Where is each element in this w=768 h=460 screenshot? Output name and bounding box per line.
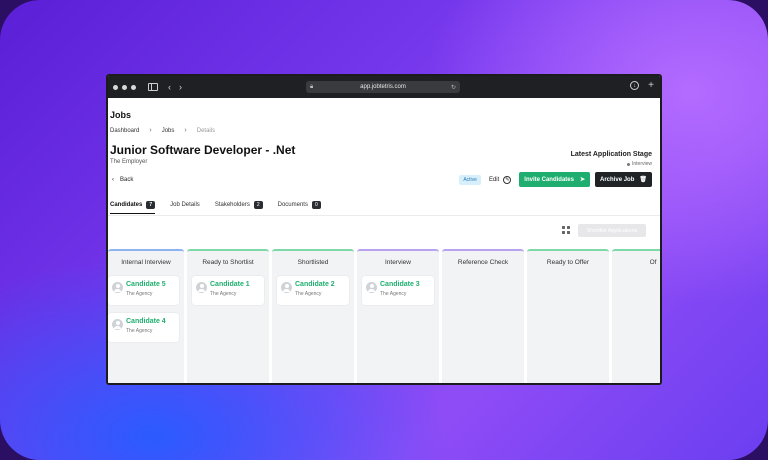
- send-icon: ➤: [579, 177, 586, 183]
- tab-candidates[interactable]: Candidates 7: [110, 198, 156, 214]
- chevron-right-icon: ›: [184, 127, 187, 134]
- kanban-column: Interview Candidate 3 The Agency: [357, 249, 439, 383]
- candidate-name[interactable]: Candidate 2: [295, 281, 335, 288]
- column-title: Ready to Offer: [546, 259, 590, 266]
- column-title: Interview: [384, 259, 411, 266]
- tab-count-badge: 2: [253, 201, 263, 209]
- kanban-column: Ready to Offer: [527, 249, 609, 383]
- candidate-card[interactable]: Candidate 4 The Agency: [108, 313, 179, 342]
- column-title: Internal Interview: [121, 259, 171, 266]
- avatar-icon: [112, 282, 123, 293]
- column-title: Of: [649, 259, 657, 266]
- edit-label: Edit: [488, 176, 500, 183]
- breadcrumb-dashboard[interactable]: Dashboard: [110, 128, 139, 134]
- address-bar[interactable]: 🔒︎ app.jobtetris.com ↻: [306, 81, 460, 93]
- edit-button[interactable]: Edit ✎: [486, 175, 514, 184]
- grid-view-icon[interactable]: [562, 226, 570, 234]
- candidate-agency: The Agency: [126, 328, 153, 334]
- tab-count-badge: 0: [311, 201, 321, 209]
- app-content: Jobs Dashboard › Jobs › Details Junior S…: [108, 98, 660, 383]
- job-title: Junior Software Developer - .Net: [110, 143, 296, 157]
- page-heading: Jobs: [110, 110, 132, 120]
- candidate-name[interactable]: Candidate 1: [210, 281, 250, 288]
- tab-job-details[interactable]: Job Details: [170, 198, 200, 212]
- back-arrow-icon[interactable]: ‹: [168, 82, 171, 92]
- column-title: Ready to Shortlist: [202, 259, 254, 266]
- status-dot-icon: [626, 162, 630, 166]
- kanban-column: Of: [612, 249, 660, 383]
- kanban-board: Internal Interview Candidate 5 The Agency C…: [108, 249, 660, 383]
- candidate-name[interactable]: Candidate 3: [380, 281, 420, 288]
- browser-titlebar: ‹ › 🔒︎ app.jobtetris.com ↻ ↓ +: [108, 76, 660, 98]
- window-controls[interactable]: [113, 84, 136, 90]
- back-label: Back: [120, 177, 134, 183]
- archive-label: Archive Job: [600, 176, 635, 183]
- status-badge: Active: [459, 174, 481, 185]
- avatar-icon: [366, 282, 377, 293]
- desktop-background: ‹ › 🔒︎ app.jobtetris.com ↻ ↓ + Jobs Dash…: [0, 0, 768, 460]
- latest-stage-title: Latest Application Stage: [570, 151, 652, 158]
- tab-documents[interactable]: Documents 0: [278, 198, 321, 212]
- url-text: app.jobtetris.com: [360, 84, 406, 90]
- candidate-name[interactable]: Candidate 5: [126, 281, 166, 288]
- tab-count-badge: 7: [146, 201, 156, 209]
- kanban-column: Reference Check: [442, 249, 524, 383]
- employer-name: The Employer: [110, 159, 148, 165]
- kanban-column: Shortlisted Candidate 2 The Agency: [272, 249, 354, 383]
- browser-window: ‹ › 🔒︎ app.jobtetris.com ↻ ↓ + Jobs Dash…: [106, 74, 662, 385]
- tab-label: Job Details: [170, 202, 200, 208]
- lock-icon: 🔒︎: [310, 83, 314, 90]
- tab-label: Stakeholders: [214, 202, 250, 208]
- chevron-right-icon: ›: [149, 127, 152, 134]
- shortlist-applications-button[interactable]: Shortlist Applications: [578, 224, 646, 237]
- avatar-icon: [112, 319, 123, 330]
- back-button[interactable]: ‹ Back: [112, 177, 133, 183]
- chevron-left-icon: ‹: [112, 177, 114, 183]
- avatar-icon: [281, 282, 292, 293]
- new-tab-icon[interactable]: +: [648, 80, 654, 91]
- latest-stage-value: Interview: [626, 161, 652, 167]
- candidate-card[interactable]: Candidate 2 The Agency: [277, 276, 349, 305]
- column-title: Shortlisted: [297, 259, 329, 266]
- archive-job-button[interactable]: Archive Job 🗑︎: [595, 172, 652, 187]
- candidate-agency: The Agency: [126, 291, 153, 297]
- reload-icon[interactable]: ↻: [451, 84, 456, 91]
- breadcrumb: Dashboard › Jobs › Details: [110, 127, 215, 134]
- latest-stage-label: Interview: [631, 161, 652, 167]
- kanban-column: Internal Interview Candidate 5 The Agency C…: [108, 249, 184, 383]
- candidate-agency: The Agency: [380, 291, 407, 297]
- candidate-agency: The Agency: [295, 291, 322, 297]
- job-actions: Active Edit ✎ Invite Candidates ➤ Archiv…: [459, 172, 652, 187]
- tabs-divider: [108, 215, 660, 216]
- breadcrumb-details: Details: [196, 127, 216, 134]
- job-tabs: Candidates 7 Job Details Stakeholders 2 …: [110, 198, 321, 214]
- column-title: Reference Check: [457, 259, 509, 266]
- download-icon[interactable]: ↓: [630, 81, 640, 90]
- candidate-card[interactable]: Candidate 3 The Agency: [362, 276, 434, 305]
- sidebar-toggle-icon[interactable]: [148, 83, 158, 91]
- edit-icon: ✎: [503, 175, 512, 184]
- tab-label: Documents: [277, 202, 308, 208]
- kanban-column: Ready to Shortlist Candidate 1 The Agency: [187, 249, 269, 383]
- candidate-name[interactable]: Candidate 4: [126, 318, 166, 325]
- invite-label: Invite Candidates: [524, 176, 574, 183]
- candidate-agency: The Agency: [210, 291, 237, 297]
- breadcrumb-jobs[interactable]: Jobs: [162, 128, 175, 134]
- tab-stakeholders[interactable]: Stakeholders 2: [215, 198, 263, 212]
- tab-label: Candidates: [110, 202, 143, 208]
- trash-icon: 🗑︎: [639, 177, 647, 183]
- candidate-card[interactable]: Candidate 5 The Agency: [108, 276, 179, 305]
- candidate-card[interactable]: Candidate 1 The Agency: [192, 276, 264, 305]
- invite-candidates-button[interactable]: Invite Candidates ➤: [519, 172, 591, 187]
- avatar-icon: [196, 282, 207, 293]
- forward-arrow-icon[interactable]: ›: [179, 82, 182, 92]
